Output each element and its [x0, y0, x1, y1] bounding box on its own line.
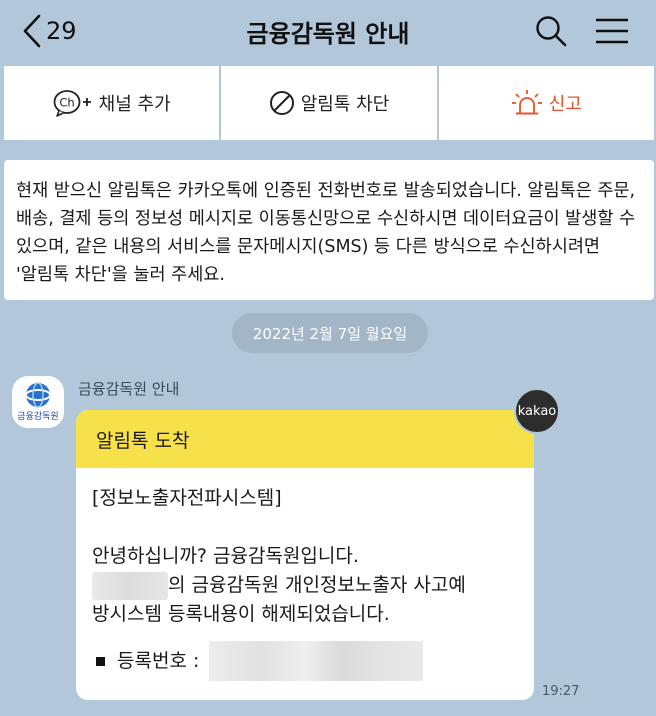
chat-header: 29 금융감독원 안내	[0, 0, 656, 62]
message-bubble[interactable]: 알림톡 도착 [정보노출자전파시스템] 안녕하십니까? 금융감독원입니다. 의 …	[76, 410, 534, 700]
add-channel-button[interactable]: Ch 채널 추가	[4, 66, 220, 140]
date-divider: 2022년 2월 7일 월요일	[232, 313, 428, 353]
redacted-name	[92, 571, 168, 600]
search-icon	[536, 16, 567, 47]
registration-label: 등록번호 :	[117, 649, 200, 672]
report-label: 신고	[548, 94, 582, 115]
message-header: 알림톡 도착	[76, 410, 534, 468]
kakao-badge: kakao	[514, 388, 560, 434]
avatar-label: 금융감독원	[17, 412, 59, 422]
message-line-text: 의 금융감독원 개인정보노출자 사고예	[168, 574, 466, 596]
sender-name: 금융감독원 안내	[78, 380, 180, 398]
block-alimtalk-button[interactable]: 알림톡 차단	[221, 66, 437, 140]
block-label: 알림톡 차단	[300, 94, 390, 115]
search-button[interactable]	[534, 14, 568, 48]
message-body: [정보노출자전파시스템] 안녕하십니까? 금융감독원입니다. 의 금융감독원 개…	[76, 468, 534, 681]
message-time: 19:27	[542, 684, 580, 699]
add-channel-label: 채널 추가	[98, 94, 171, 115]
svg-text:Ch: Ch	[59, 96, 74, 110]
registration-row: 등록번호 :	[92, 641, 534, 681]
fss-logo-icon	[25, 382, 51, 408]
message-line: 안녕하십니까? 금융감독원입니다.	[92, 545, 359, 567]
menu-button[interactable]	[594, 16, 630, 46]
siren-icon	[511, 90, 542, 115]
message-line: 방시스템 등록내용이 해제되었습니다.	[92, 603, 390, 625]
alimtalk-notice: 현재 받으신 알림톡은 카카오톡에 인증된 전화번호로 발송되었습니다. 알림톡…	[4, 160, 654, 300]
report-button[interactable]: 신고	[438, 66, 654, 140]
message-line: [정보노출자전파시스템]	[92, 487, 282, 509]
prohibited-icon	[269, 91, 294, 115]
bullet-icon	[96, 656, 105, 666]
action-bar: Ch 채널 추가 알림톡 차단 신고	[4, 66, 654, 140]
avatar[interactable]: 금융감독원	[12, 376, 64, 428]
ch-plus-icon: Ch	[53, 90, 91, 117]
hamburger-menu-icon	[596, 18, 628, 44]
redacted-registration-number	[209, 641, 424, 681]
message-line-with-redaction: 의 금융감독원 개인정보노출자 사고예	[92, 571, 534, 600]
